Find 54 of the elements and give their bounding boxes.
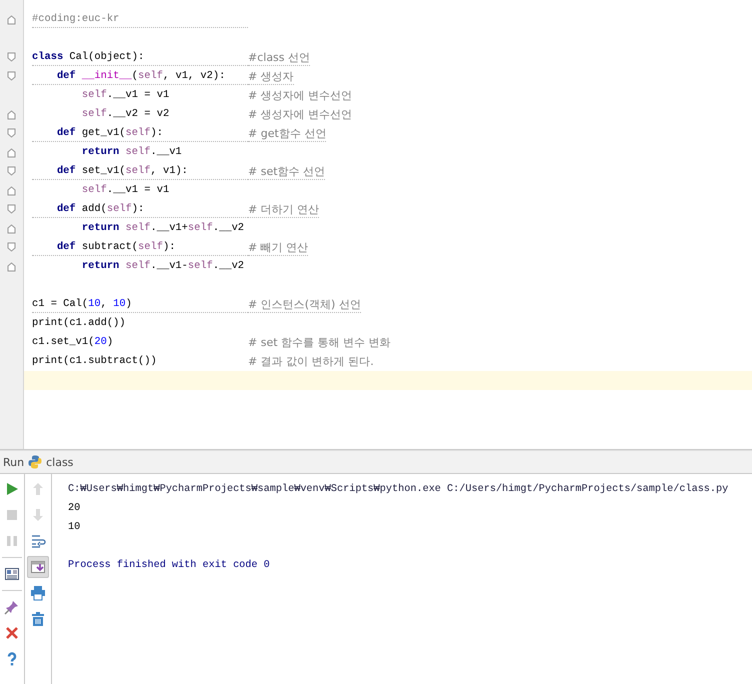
close-icon[interactable]	[4, 625, 20, 641]
code-line: def add(self):	[32, 202, 248, 218]
code-comment: # get함수 선언	[248, 126, 326, 142]
console-line: 10	[68, 521, 82, 535]
code-line: self.__v1 = v1	[80, 88, 170, 103]
fold-marker-icon[interactable]	[6, 147, 17, 158]
fold-marker-icon[interactable]	[6, 261, 17, 272]
code-comment: # 생성자에 변수선언	[248, 88, 352, 103]
layout-icon[interactable]	[4, 566, 20, 582]
python-icon	[28, 455, 42, 469]
fold-marker-icon[interactable]	[6, 52, 17, 63]
console-line: C:₩Users₩himgt₩PycharmProjects₩sample₩venv₩Scripts₩python.exe C:/Users/himgt/PycharmProjects/sample/class.py	[68, 482, 728, 497]
fold-marker-icon[interactable]	[6, 185, 17, 196]
run-config-name[interactable]: class	[46, 456, 74, 468]
code-comment: # 생성자	[248, 68, 294, 84]
fold-marker-icon[interactable]	[6, 223, 17, 234]
fold-marker-icon[interactable]	[6, 71, 17, 82]
code-line: c1.set_v1(20)	[32, 335, 114, 350]
code-comment: # 빼기 연산	[248, 240, 308, 256]
code-line: return self.__v1-self.__v2	[80, 259, 246, 274]
console-line: Process finished with exit code 0	[68, 558, 271, 573]
code-line: self.__v1 = v1	[80, 183, 170, 198]
print-icon[interactable]	[30, 585, 46, 601]
code-comment: # set함수 선언	[248, 164, 326, 180]
run-tab-label[interactable]: Run	[3, 456, 24, 468]
code-line: c1 = Cal(10, 10)	[32, 296, 248, 312]
fold-marker-icon[interactable]	[6, 128, 17, 139]
code-comment: # 생성자에 변수선언	[248, 107, 352, 122]
fold-marker-icon[interactable]	[6, 109, 17, 120]
code-line: def subtract(self):	[32, 240, 248, 256]
code-line: print(c1.add())	[32, 316, 127, 331]
code-line: print(c1.subtract())	[32, 354, 158, 369]
fold-marker-icon[interactable]	[6, 14, 17, 25]
code-comment: # set 함수를 통해 변수 변화	[248, 335, 391, 350]
console-line: 20	[68, 502, 82, 516]
code-line: return self.__v1	[80, 145, 183, 160]
code-comment: # 인스턴스(객체) 선언	[248, 296, 361, 312]
trash-icon[interactable]	[30, 611, 46, 627]
code-line: def set_v1(self, v1):	[32, 164, 248, 180]
soft-wrap-icon[interactable]	[30, 533, 46, 549]
code-line: return self.__v1+self.__v2	[80, 221, 246, 236]
code-line: self.__v2 = v2	[80, 107, 170, 122]
code-line: def get_v1(self):	[32, 126, 248, 142]
fold-marker-icon[interactable]	[6, 204, 17, 215]
code-line: #coding:euc-kr	[32, 12, 248, 28]
code-comment: # 결과 값이 변하게 된다.	[248, 354, 374, 369]
code-comment: # 더하기 연산	[248, 202, 320, 218]
code-line: class Cal(object):	[32, 50, 248, 66]
code-line: def __init__(self, v1, v2):	[32, 68, 248, 84]
pin-icon[interactable]	[4, 599, 20, 615]
fold-marker-icon[interactable]	[6, 242, 17, 253]
code-comment: #class 선언	[248, 50, 310, 66]
fold-marker-icon[interactable]	[6, 166, 17, 177]
run-icon[interactable]	[4, 481, 20, 497]
